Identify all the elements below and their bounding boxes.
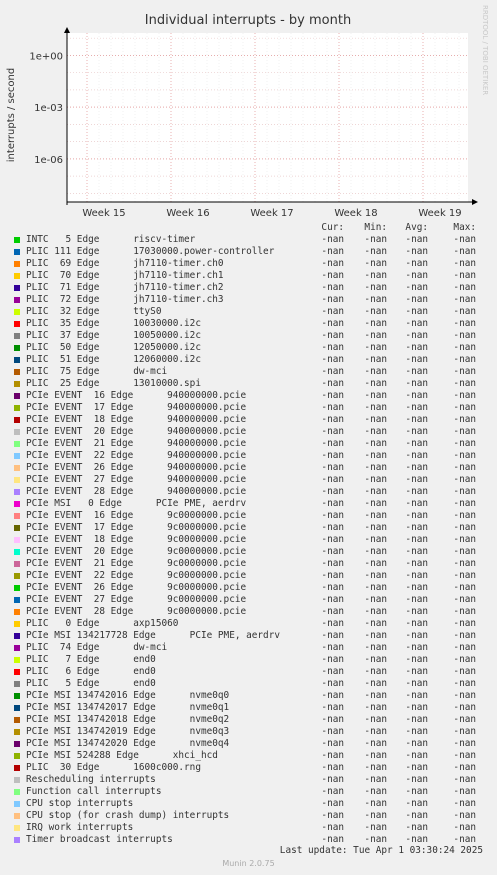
interrupts-chart: Individual interrupts - by month RRDTOOL… (0, 0, 497, 875)
x-tick-label: Week 16 (166, 208, 209, 219)
rrdtool-watermark: RRDTOOL / TOBI OETIKER (481, 5, 489, 95)
chart-title: Individual interrupts - by month (145, 13, 351, 28)
plot-area (67, 33, 468, 202)
y-tick-label: 1e-03 (34, 103, 63, 114)
x-tick-label: Week 18 (334, 208, 377, 219)
y-tick-label: 1e+00 (29, 51, 63, 62)
x-tick-label: Week 15 (82, 208, 125, 219)
x-tick-label: Week 17 (250, 208, 293, 219)
y-tick-label: 1e-06 (34, 155, 63, 166)
x-tick-label: Week 19 (418, 208, 461, 219)
y-axis-label: interrupts / second (6, 68, 17, 162)
